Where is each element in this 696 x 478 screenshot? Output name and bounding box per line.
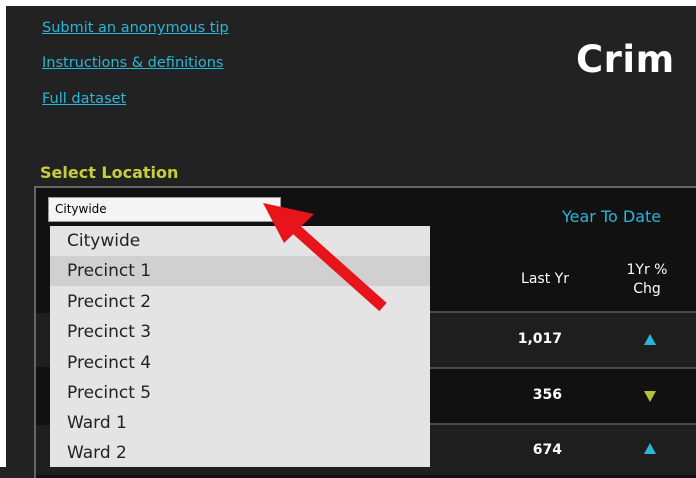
anonymous-tip-link[interactable]: Submit an anonymous tip bbox=[42, 20, 229, 36]
location-option-ward-2[interactable]: Ward 2 bbox=[50, 438, 430, 468]
location-option-citywide[interactable]: Citywide bbox=[50, 226, 430, 256]
page-title: Crim bbox=[576, 38, 675, 81]
location-option-precinct-5[interactable]: Precinct 5 bbox=[50, 378, 430, 408]
location-option-precinct-1[interactable]: Precinct 1 bbox=[50, 256, 430, 286]
location-select[interactable]: Citywide bbox=[48, 197, 281, 222]
trend-up-icon bbox=[644, 443, 656, 454]
select-location-label: Select Location bbox=[40, 163, 179, 182]
table-cell-last-year: 356 bbox=[532, 387, 562, 403]
change-header-line2: Chg bbox=[633, 281, 661, 297]
location-dropdown-list: Citywide Precinct 1 Precinct 2 Precinct … bbox=[50, 226, 430, 467]
window-edge-left bbox=[0, 0, 6, 467]
window-edge-top bbox=[0, 0, 696, 6]
location-option-precinct-3[interactable]: Precinct 3 bbox=[50, 317, 430, 347]
full-dataset-link[interactable]: Full dataset bbox=[42, 91, 126, 107]
year-to-date-heading: Year To Date bbox=[562, 207, 662, 226]
location-option-precinct-2[interactable]: Precinct 2 bbox=[50, 287, 430, 317]
table-cell-last-year: 674 bbox=[532, 442, 562, 458]
change-header-line1: 1Yr % bbox=[626, 262, 668, 278]
instructions-link[interactable]: Instructions & definitions bbox=[42, 55, 224, 71]
location-option-ward-1[interactable]: Ward 1 bbox=[50, 408, 430, 438]
location-option-precinct-4[interactable]: Precinct 4 bbox=[50, 348, 430, 378]
table-cell-last-year: 1,017 bbox=[517, 331, 562, 347]
trend-down-icon bbox=[644, 391, 656, 402]
trend-up-icon bbox=[644, 334, 656, 345]
last-year-header: Last Yr bbox=[521, 271, 569, 287]
